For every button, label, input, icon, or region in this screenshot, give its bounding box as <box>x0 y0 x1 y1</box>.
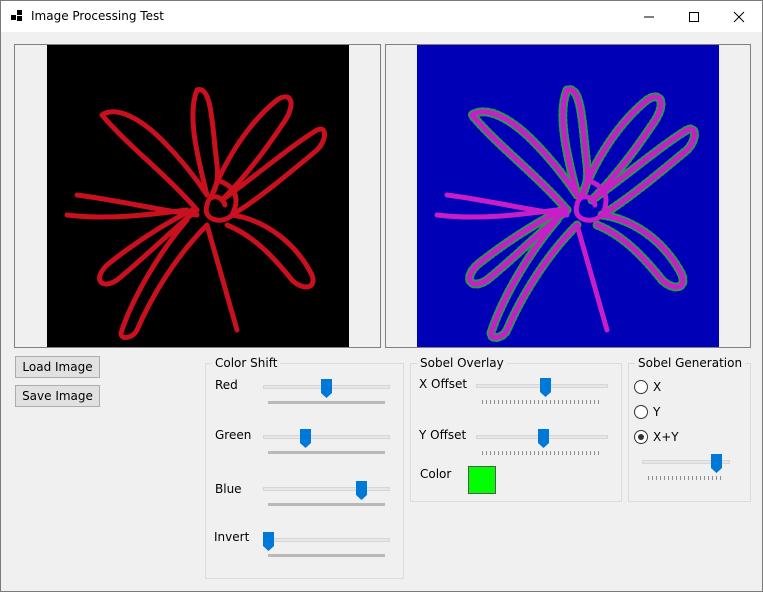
invert-label: Invert <box>214 530 250 544</box>
radio-x[interactable] <box>634 380 648 394</box>
slider-baseline <box>268 401 385 404</box>
slider-baseline <box>268 554 385 557</box>
red-label: Red <box>215 378 238 392</box>
title-bar: Image Processing Test <box>1 1 762 32</box>
minimize-icon <box>644 16 654 17</box>
x-offset-label: X Offset <box>419 377 468 391</box>
color-shift-legend: Color Shift <box>212 356 281 370</box>
green-label: Green <box>215 428 252 442</box>
slider-track[interactable] <box>263 487 390 491</box>
slider-thumb-icon[interactable] <box>321 379 332 398</box>
result-picture-box <box>385 44 751 348</box>
green-slider[interactable] <box>263 429 390 457</box>
color-label: Color <box>420 467 452 481</box>
slider-thumb-icon[interactable] <box>356 481 367 500</box>
slider-thumb-icon[interactable] <box>540 378 551 397</box>
overlay-color-swatch[interactable] <box>468 466 496 494</box>
blue-label: Blue <box>215 482 242 496</box>
app-icon <box>11 10 22 21</box>
source-picture-box <box>14 44 381 348</box>
load-image-button[interactable]: Load Image <box>15 356 100 378</box>
slider-ticks <box>482 451 602 455</box>
close-icon <box>733 11 745 22</box>
radio-x-label: X <box>653 380 662 394</box>
sobel-overlay-legend: Sobel Overlay <box>417 356 507 370</box>
source-image <box>47 45 349 347</box>
slider-track[interactable] <box>263 435 390 439</box>
radio-y[interactable] <box>634 405 648 419</box>
slider-baseline <box>268 503 385 506</box>
slider-track[interactable] <box>263 538 390 542</box>
y-offset-label: Y Offset <box>419 428 467 442</box>
slider-ticks <box>648 476 724 480</box>
radio-xy[interactable] <box>634 430 648 444</box>
radio-y-label: Y <box>653 405 661 419</box>
minimize-button[interactable] <box>626 1 672 32</box>
flower-drawing-red <box>64 87 327 340</box>
radio-xy-label: X+Y <box>653 430 679 444</box>
slider-thumb-icon[interactable] <box>300 429 311 448</box>
close-button[interactable] <box>716 1 762 32</box>
result-image <box>417 45 719 347</box>
window-title: Image Processing Test <box>31 9 164 23</box>
invert-slider[interactable] <box>263 532 390 560</box>
app-window: Image Processing Test Load Image Save Im… <box>0 0 763 592</box>
red-slider[interactable] <box>263 379 390 407</box>
slider-thumb-icon[interactable] <box>263 532 274 551</box>
sobel-generation-slider[interactable] <box>642 454 730 482</box>
slider-thumb-icon[interactable] <box>711 454 722 473</box>
maximize-icon <box>689 11 699 22</box>
slider-baseline <box>268 451 385 454</box>
y-offset-slider[interactable] <box>476 429 608 457</box>
maximize-button[interactable] <box>671 1 717 32</box>
x-offset-slider[interactable] <box>476 378 608 406</box>
save-image-button[interactable]: Save Image <box>15 385 100 407</box>
slider-ticks <box>482 400 602 404</box>
blue-slider[interactable] <box>263 481 390 509</box>
slider-thumb-icon[interactable] <box>538 429 549 448</box>
sobel-generation-legend: Sobel Generation <box>635 356 746 370</box>
flower-drawing-magenta <box>434 85 699 342</box>
